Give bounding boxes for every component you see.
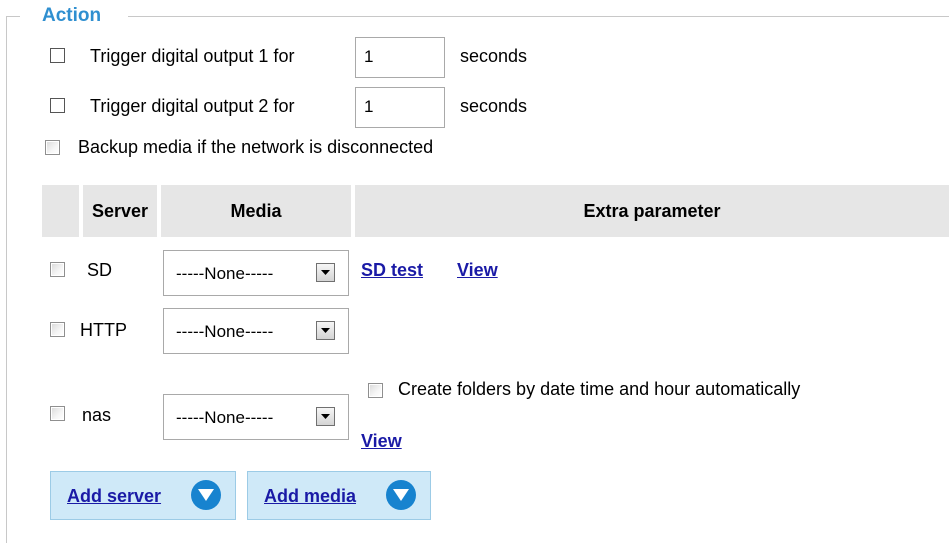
trigger-output-1-unit: seconds bbox=[460, 46, 528, 66]
trigger-output-2-seconds-input[interactable]: 1 bbox=[355, 87, 445, 128]
fieldset-border-top-right bbox=[128, 16, 949, 17]
media-select-http-value: -----None----- bbox=[176, 322, 274, 341]
trigger-output-2-checkbox[interactable] bbox=[50, 98, 65, 113]
fieldset-border-left bbox=[6, 16, 7, 543]
server-http-label: HTTP bbox=[80, 320, 127, 340]
media-select-http[interactable]: -----None----- bbox=[163, 308, 349, 354]
server-http-checkbox[interactable] bbox=[50, 322, 65, 337]
table-header-media: Media bbox=[161, 185, 351, 237]
dropdown-circle-icon[interactable] bbox=[386, 480, 416, 510]
server-sd-checkbox[interactable] bbox=[50, 262, 65, 277]
trigger-output-2-label: Trigger digital output 2 for bbox=[90, 96, 295, 116]
create-folders-checkbox[interactable] bbox=[368, 383, 383, 398]
fieldset-border-top-left bbox=[6, 16, 20, 17]
sd-view-link[interactable]: View bbox=[457, 259, 498, 281]
action-legend: Action bbox=[42, 5, 102, 26]
sd-test-link[interactable]: SD test bbox=[361, 259, 423, 281]
backup-media-checkbox[interactable] bbox=[45, 140, 60, 155]
add-media-link[interactable]: Add media bbox=[264, 485, 356, 507]
table-header-server: Server bbox=[83, 185, 157, 237]
table-header-extra-parameter: Extra parameter bbox=[355, 185, 949, 237]
add-server-button[interactable]: Add server bbox=[50, 471, 236, 520]
server-sd-label: SD bbox=[87, 260, 113, 280]
backup-media-label: Backup media if the network is disconnec… bbox=[78, 137, 434, 157]
chevron-down-icon[interactable] bbox=[316, 263, 335, 282]
media-select-nas-value: -----None----- bbox=[176, 408, 274, 427]
dropdown-circle-icon[interactable] bbox=[191, 480, 221, 510]
nas-view-link[interactable]: View bbox=[361, 430, 402, 452]
trigger-output-1-seconds-input[interactable]: 1 bbox=[355, 37, 445, 78]
table-header-select-column bbox=[42, 185, 79, 237]
media-select-sd[interactable]: -----None----- bbox=[163, 250, 349, 296]
chevron-down-icon[interactable] bbox=[316, 321, 335, 340]
server-nas-label: nas bbox=[82, 405, 112, 425]
chevron-down-icon[interactable] bbox=[316, 407, 335, 426]
media-select-sd-value: -----None----- bbox=[176, 264, 274, 283]
server-nas-checkbox[interactable] bbox=[50, 406, 65, 421]
media-select-nas[interactable]: -----None----- bbox=[163, 394, 349, 440]
add-media-button[interactable]: Add media bbox=[247, 471, 431, 520]
trigger-output-1-checkbox[interactable] bbox=[50, 48, 65, 63]
create-folders-label: Create folders by date time and hour aut… bbox=[398, 379, 801, 399]
add-server-link[interactable]: Add server bbox=[67, 485, 161, 507]
trigger-output-1-label: Trigger digital output 1 for bbox=[90, 46, 295, 66]
trigger-output-2-unit: seconds bbox=[460, 96, 528, 116]
